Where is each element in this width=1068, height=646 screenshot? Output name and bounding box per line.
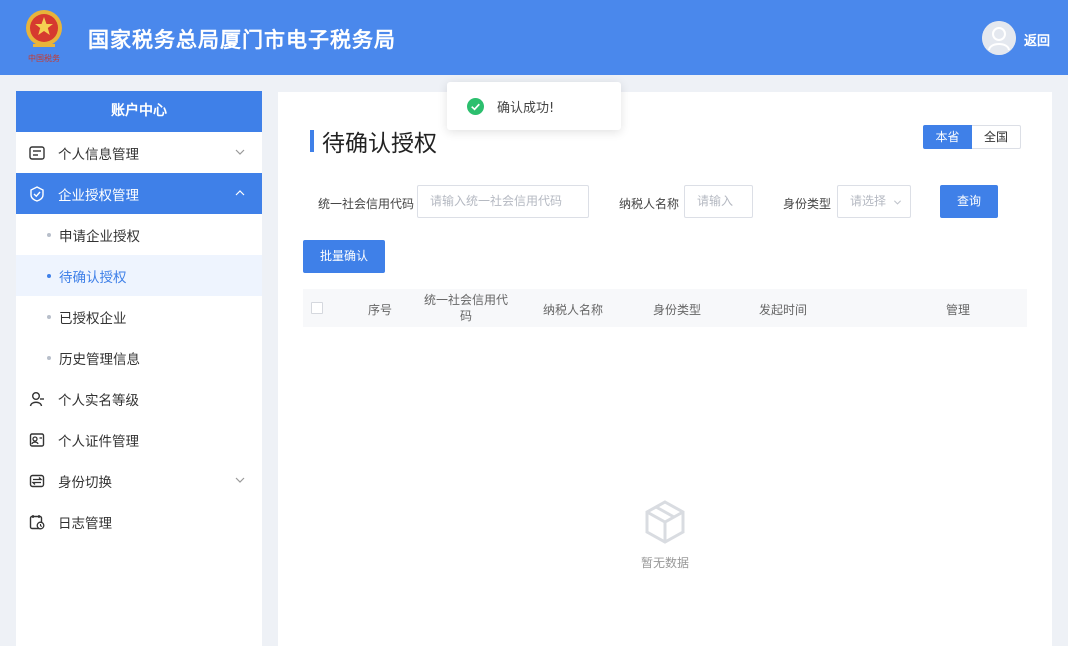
sidebar-subitem-apply-auth[interactable]: 申请企业授权	[16, 214, 262, 255]
switch-icon	[28, 472, 46, 490]
sidebar-item-enterprise-auth[interactable]: 企业授权管理	[16, 173, 262, 214]
sidebar-item-label: 个人实名等级	[58, 392, 139, 409]
taxpayer-name-input[interactable]: 请输入	[684, 185, 753, 218]
scope-toggle: 本省 全国	[923, 125, 1021, 149]
user-avatar[interactable]	[982, 21, 1016, 55]
sidebar-subitem-pending-auth[interactable]: 待确认授权	[16, 255, 262, 296]
credit-code-label: 统一社会信用代码	[318, 197, 415, 211]
sidebar-subitem-label: 已授权企业	[59, 310, 127, 327]
batch-confirm-button[interactable]: 批量确认	[303, 240, 385, 273]
bullet-dot	[47, 274, 51, 278]
query-button[interactable]: 查询	[940, 185, 998, 218]
sidebar-subitem-history[interactable]: 历史管理信息	[16, 337, 262, 378]
empty-box-icon	[645, 500, 685, 544]
success-toast: 确认成功!	[447, 82, 621, 130]
column-header: 序号	[367, 303, 392, 317]
user-level-icon	[28, 390, 46, 408]
chevron-up-icon	[235, 190, 245, 196]
chevron-down-icon	[893, 200, 902, 205]
sidebar-item-logs[interactable]: 日志管理	[16, 501, 262, 542]
bullet-dot	[47, 356, 51, 360]
log-calendar-icon	[28, 513, 46, 531]
sidebar-subitem-label: 申请企业授权	[59, 228, 140, 245]
tab-nationwide[interactable]: 全国	[972, 125, 1021, 149]
identity-type-placeholder: 请选择	[850, 194, 887, 208]
tax-emblem-logo: 中国税务	[26, 10, 62, 63]
id-card-icon	[28, 144, 46, 162]
sidebar-heading: 账户中心	[16, 91, 262, 132]
site-title: 国家税务总局厦门市电子税务局	[88, 28, 396, 52]
success-check-icon	[467, 97, 484, 115]
bullet-dot	[47, 233, 51, 237]
empty-state-text: 暂无数据	[640, 556, 689, 570]
sidebar-item-label: 身份切换	[58, 474, 112, 491]
sidebar-subitem-label: 历史管理信息	[59, 351, 140, 368]
identity-type-select[interactable]: 请选择	[837, 185, 911, 218]
tab-this-province[interactable]: 本省	[923, 125, 972, 149]
bullet-dot	[47, 315, 51, 319]
sidebar: 账户中心 个人信息管理 企业授权管理 申请企业授权 待确认授权 已授权企业 历史…	[16, 91, 262, 646]
title-accent-bar	[310, 130, 314, 152]
sidebar-item-identity-switch[interactable]: 身份切换	[16, 460, 262, 501]
sidebar-item-personal-info[interactable]: 个人信息管理	[16, 132, 262, 173]
certificate-icon	[28, 431, 46, 449]
chevron-down-icon	[235, 149, 245, 155]
taxpayer-name-label: 纳税人名称	[619, 197, 680, 211]
sidebar-subitem-authorized[interactable]: 已授权企业	[16, 296, 262, 337]
identity-type-label: 身份类型	[783, 197, 832, 211]
chevron-down-icon	[235, 477, 245, 483]
sidebar-item-label: 个人证件管理	[58, 433, 139, 450]
user-avatar-icon	[982, 21, 1016, 55]
sidebar-item-label: 日志管理	[58, 515, 112, 532]
sidebar-subitem-label: 待确认授权	[59, 269, 127, 286]
column-header: 管理	[945, 303, 970, 317]
page-title: 待确认授权	[322, 131, 437, 157]
sidebar-item-certificates[interactable]: 个人证件管理	[16, 419, 262, 460]
sidebar-item-label: 企业授权管理	[58, 187, 139, 204]
credit-code-input[interactable]: 请输入统一社会信用代码	[417, 185, 589, 218]
shield-check-icon	[28, 185, 46, 203]
svg-text:中国税务: 中国税务	[28, 53, 60, 63]
select-all-checkbox[interactable]	[311, 302, 323, 314]
main-panel: 待确认授权 本省 全国 统一社会信用代码 请输入统一社会信用代码 纳税人名称 请…	[278, 92, 1052, 646]
sidebar-item-realname-level[interactable]: 个人实名等级	[16, 378, 262, 419]
column-header: 发起时间	[758, 303, 807, 317]
column-header: 身份类型	[652, 303, 701, 317]
back-link[interactable]: 返回	[1024, 30, 1050, 49]
column-header: 纳税人名称	[542, 303, 603, 317]
column-header: 统一社会信用代码	[423, 293, 508, 323]
sidebar-item-label: 个人信息管理	[58, 146, 139, 163]
top-header: 中国税务 国家税务总局厦门市电子税务局 返回	[0, 0, 1068, 75]
toast-message: 确认成功!	[497, 100, 555, 116]
table-header: 序号 统一社会信用代码 纳税人名称 身份类型 发起时间 管理	[303, 289, 1027, 327]
